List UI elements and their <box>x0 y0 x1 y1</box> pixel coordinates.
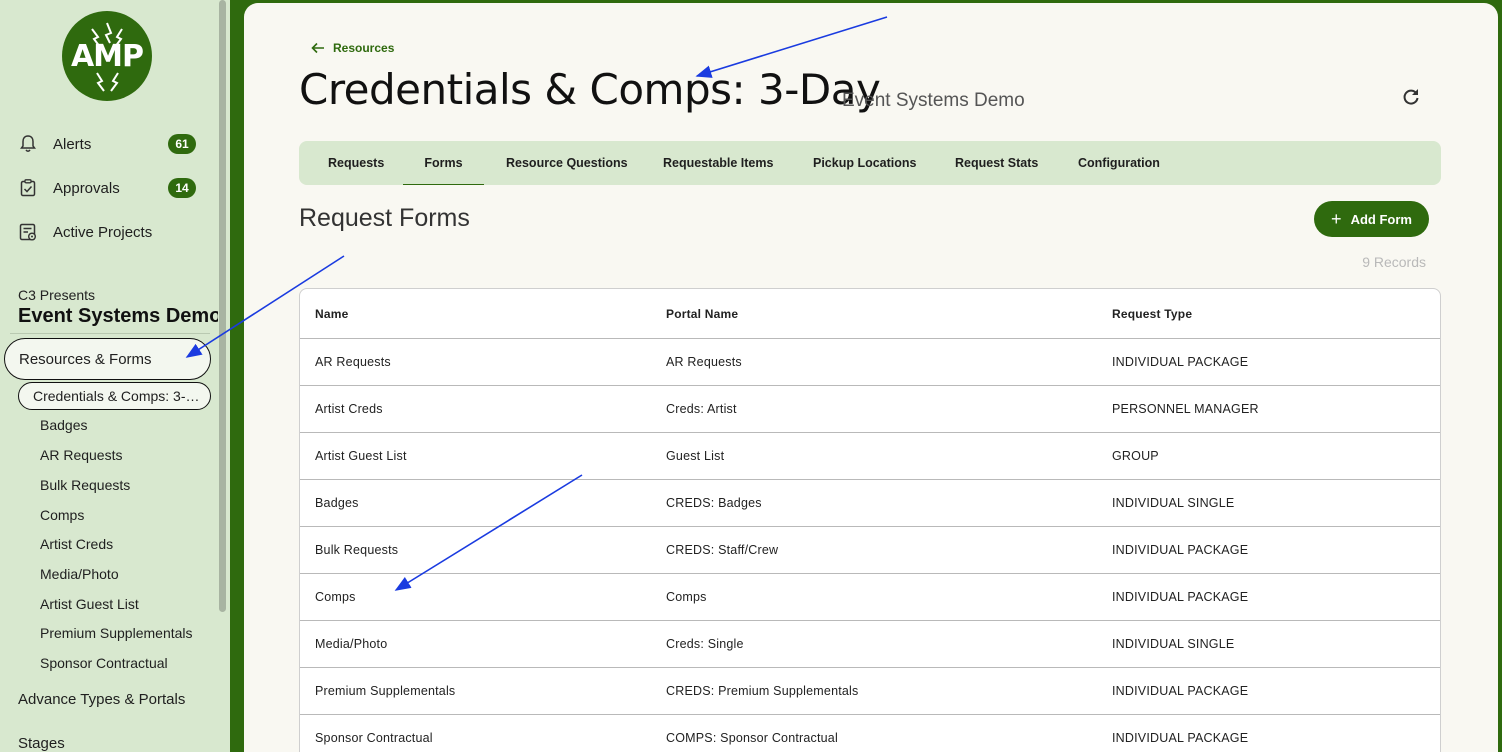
arrow-left-icon <box>311 42 324 54</box>
table-row[interactable]: Sponsor Contractual COMPS: Sponsor Contr… <box>300 715 1440 752</box>
sidebar-item-advance-types[interactable]: Advance Types & Portals <box>18 691 185 708</box>
sidebar-item-sponsor-contractual[interactable]: Sponsor Contractual <box>40 655 200 671</box>
table-header-row: Name Portal Name Request Type <box>300 289 1440 339</box>
tab-requests[interactable]: Requests <box>328 141 384 185</box>
projects-icon <box>19 223 36 241</box>
amp-logo[interactable]: AMP <box>62 11 152 101</box>
alerts-count-badge: 61 <box>168 134 196 154</box>
cell-request-type: INDIVIDUAL PACKAGE <box>1112 731 1249 745</box>
column-header-name[interactable]: Name <box>315 289 348 338</box>
approvals-count-badge: 14 <box>168 178 196 198</box>
sidebar-item-comps[interactable]: Comps <box>40 507 200 523</box>
clipboard-check-icon <box>20 179 36 197</box>
add-form-label: Add Form <box>1350 211 1412 227</box>
cell-request-type: INDIVIDUAL PACKAGE <box>1112 684 1249 698</box>
sidebar-item-ar-requests[interactable]: AR Requests <box>40 447 200 463</box>
table-row[interactable]: Bulk Requests CREDS: Staff/Crew INDIVIDU… <box>300 527 1440 574</box>
tab-configuration[interactable]: Configuration <box>1078 141 1160 185</box>
cell-portal-name: Guest List <box>666 449 725 463</box>
records-count: 9 Records <box>1362 254 1426 270</box>
main-panel: Resources Credentials & Comps: 3-Day Eve… <box>244 3 1498 752</box>
cell-request-type: GROUP <box>1112 449 1159 463</box>
cell-name: Comps <box>315 590 356 604</box>
cell-name: Premium Supplementals <box>315 684 456 698</box>
section-title: Request Forms <box>299 204 470 232</box>
refresh-icon[interactable] <box>1399 85 1423 109</box>
cell-name: Artist Creds <box>315 402 383 416</box>
cell-request-type: INDIVIDUAL SINGLE <box>1112 637 1235 651</box>
cell-portal-name: CREDS: Staff/Crew <box>666 543 779 557</box>
table-row[interactable]: AR Requests AR Requests INDIVIDUAL PACKA… <box>300 339 1440 386</box>
tab-request-stats[interactable]: Request Stats <box>955 141 1038 185</box>
logo-text: AMP <box>70 39 144 74</box>
plus-icon: + <box>1331 208 1342 229</box>
nav-active-projects[interactable]: Active Projects <box>18 220 152 244</box>
nav-approvals-label: Approvals <box>53 179 120 197</box>
bell-icon <box>20 135 36 152</box>
selected-resource-label: Credentials & Comps: 3-Day <box>33 388 201 404</box>
section-divider <box>10 333 210 334</box>
cell-portal-name: CREDS: Premium Supplementals <box>666 684 859 698</box>
page-title: Credentials & Comps: 3-Day <box>299 65 881 114</box>
cell-portal-name: Creds: Single <box>666 637 744 651</box>
table-row[interactable]: Artist Guest List Guest List GROUP <box>300 433 1440 480</box>
org-name: C3 Presents <box>18 287 96 303</box>
cell-name: Media/Photo <box>315 637 388 651</box>
sidebar-item-media-photo[interactable]: Media/Photo <box>40 566 200 582</box>
cell-name: Bulk Requests <box>315 543 399 557</box>
cell-portal-name: COMPS: Sponsor Contractual <box>666 731 838 745</box>
sidebar: AMP Alerts 61 Approvals 14 Active Projec… <box>0 0 230 752</box>
page-subtitle: Event Systems Demo <box>842 90 1025 111</box>
cell-portal-name: Creds: Artist <box>666 402 737 416</box>
table-row[interactable]: Artist Creds Creds: Artist PERSONNEL MAN… <box>300 386 1440 433</box>
cell-request-type: INDIVIDUAL PACKAGE <box>1112 543 1249 557</box>
tab-bar: Requests Forms Resource Questions Reques… <box>299 141 1441 185</box>
add-form-button[interactable]: + Add Form <box>1314 201 1429 237</box>
table-row[interactable]: Media/Photo Creds: Single INDIVIDUAL SIN… <box>300 621 1440 668</box>
forms-table: Name Portal Name Request Type AR Request… <box>299 288 1441 752</box>
cell-name: AR Requests <box>315 355 391 369</box>
cell-request-type: PERSONNEL MANAGER <box>1112 402 1259 416</box>
sidebar-item-stages[interactable]: Stages <box>18 735 65 752</box>
cell-portal-name: CREDS: Badges <box>666 496 762 510</box>
cell-portal-name: Comps <box>666 590 707 604</box>
sidebar-item-badges[interactable]: Badges <box>40 417 200 433</box>
cell-name: Badges <box>315 496 359 510</box>
table-row[interactable]: Badges CREDS: Badges INDIVIDUAL SINGLE <box>300 480 1440 527</box>
sidebar-item-artist-creds[interactable]: Artist Creds <box>40 536 200 552</box>
table-row[interactable]: Comps Comps INDIVIDUAL PACKAGE <box>300 574 1440 621</box>
tab-forms[interactable]: Forms <box>403 141 484 185</box>
sidebar-item-selected-resource[interactable]: Credentials & Comps: 3-Day <box>18 382 211 410</box>
cell-name: Artist Guest List <box>315 449 407 463</box>
tab-requestable-items[interactable]: Requestable Items <box>663 141 773 185</box>
back-to-resources-link[interactable]: Resources <box>311 41 394 55</box>
cell-request-type: INDIVIDUAL PACKAGE <box>1112 590 1249 604</box>
nav-alerts-label: Alerts <box>53 135 92 153</box>
nav-active-projects-label: Active Projects <box>53 223 153 241</box>
sidebar-item-artist-guest-list[interactable]: Artist Guest List <box>40 596 200 612</box>
sidebar-item-premium-supplementals[interactable]: Premium Supplementals <box>40 625 200 641</box>
cell-portal-name: AR Requests <box>666 355 742 369</box>
table-row[interactable]: Premium Supplementals CREDS: Premium Sup… <box>300 668 1440 715</box>
column-header-request-type[interactable]: Request Type <box>1112 289 1192 338</box>
back-link-label: Resources <box>333 41 395 55</box>
nav-alerts[interactable]: Alerts <box>18 132 91 156</box>
cell-name: Sponsor Contractual <box>315 731 433 745</box>
nav-approvals[interactable]: Approvals <box>18 176 120 200</box>
project-name[interactable]: Event Systems Demo <box>18 305 218 328</box>
sidebar-item-bulk-requests[interactable]: Bulk Requests <box>40 477 200 493</box>
cell-request-type: INDIVIDUAL PACKAGE <box>1112 355 1249 369</box>
sidebar-scrollbar[interactable] <box>219 0 226 612</box>
sidebar-item-resources-forms[interactable]: Resources & Forms <box>4 338 211 380</box>
tab-resource-questions[interactable]: Resource Questions <box>506 141 628 185</box>
column-header-portal-name[interactable]: Portal Name <box>666 289 738 338</box>
tab-pickup-locations[interactable]: Pickup Locations <box>813 141 917 185</box>
cell-request-type: INDIVIDUAL SINGLE <box>1112 496 1235 510</box>
